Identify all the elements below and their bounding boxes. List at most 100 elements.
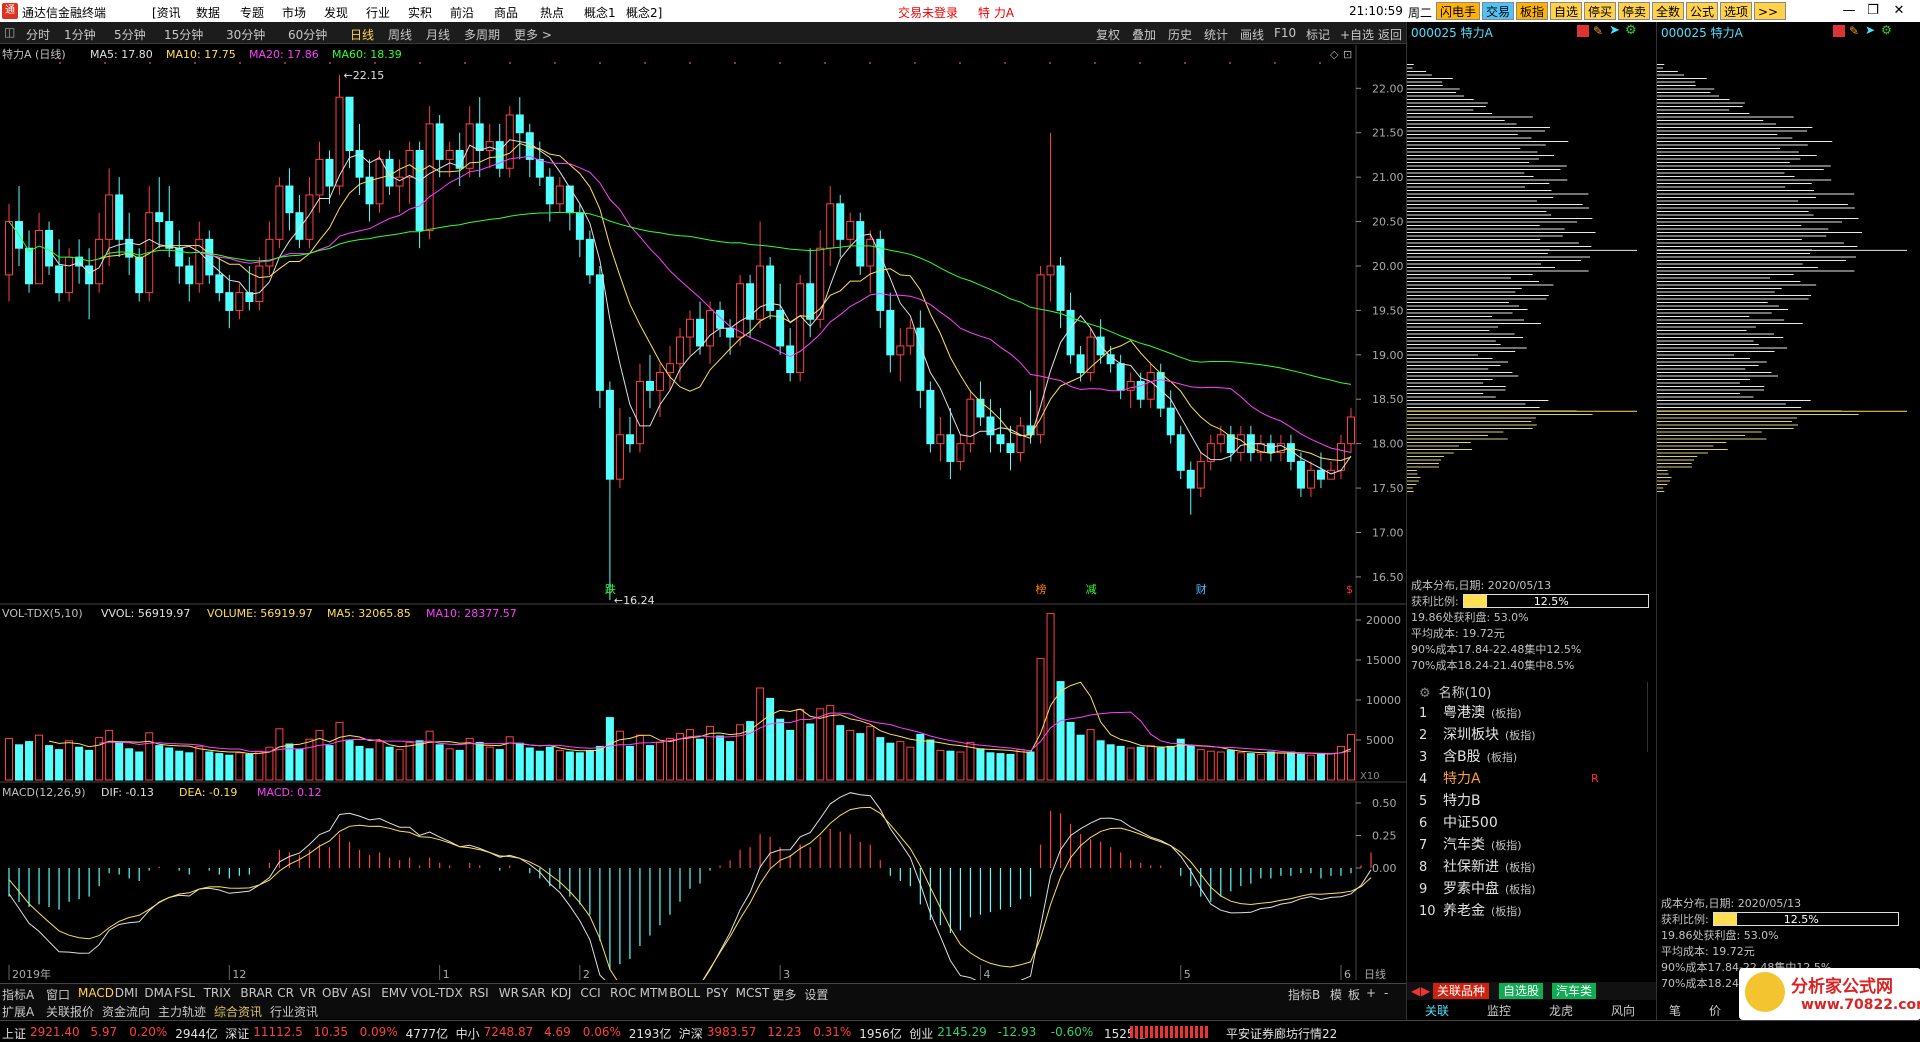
index-name[interactable]: 上证 bbox=[2, 1025, 26, 1042]
arrow-icon[interactable]: ➤ bbox=[1609, 23, 1620, 38]
settings-icon[interactable]: ⚙ bbox=[1625, 23, 1637, 38]
toolbar-button-4[interactable]: 停买 bbox=[1584, 2, 1616, 20]
menu-item-8[interactable]: 商品 bbox=[494, 4, 518, 21]
toolbar-button-7[interactable]: 公式 bbox=[1686, 2, 1718, 20]
foot-tab-1[interactable]: 价 bbox=[1709, 1002, 1721, 1019]
ext-tab-0[interactable]: 扩展A bbox=[2, 1003, 34, 1020]
menu-item-11[interactable]: 概念2] bbox=[626, 4, 662, 21]
chart-tool-3[interactable]: 统计 bbox=[1204, 26, 1228, 43]
menu-item-1[interactable]: 数据 bbox=[196, 4, 220, 21]
menu-item-3[interactable]: 市场 bbox=[282, 4, 306, 21]
indicator-tab-6[interactable]: TRIX bbox=[204, 986, 231, 1000]
indicator-tab-15[interactable]: WR bbox=[499, 986, 519, 1000]
list-item[interactable]: 1 粤港澳 (板指) bbox=[1407, 702, 1657, 724]
panel-tab-1[interactable]: 自选股 bbox=[1499, 983, 1544, 999]
period-tab-3[interactable]: 15分钟 bbox=[164, 26, 203, 43]
trade-status[interactable]: 交易未登录 bbox=[898, 4, 958, 21]
chart-tool-6[interactable]: 标记 bbox=[1306, 26, 1330, 43]
toolbar-button-2[interactable]: 板指 bbox=[1516, 2, 1548, 20]
menu-item-9[interactable]: 热点 bbox=[540, 4, 564, 21]
indicator-tab-17[interactable]: KDJ bbox=[551, 986, 572, 1000]
menu-item-5[interactable]: 行业 bbox=[366, 4, 390, 21]
indicator-tab-4[interactable]: DMA bbox=[144, 986, 172, 1000]
period-tab-0[interactable]: 分时 bbox=[26, 26, 50, 43]
arrow-icon[interactable]: ➤ bbox=[1865, 23, 1875, 37]
period-tab-6[interactable]: 日线 bbox=[350, 26, 374, 43]
lock-icon[interactable]: ✎ bbox=[1593, 24, 1603, 38]
foot-tab-3[interactable]: 风向 bbox=[1611, 1002, 1635, 1019]
indicator-tab-12[interactable]: EMV bbox=[381, 986, 407, 1000]
indicator-tab-16[interactable]: SAR bbox=[521, 986, 545, 1000]
ext-tab-1[interactable]: 关联报价 bbox=[46, 1003, 94, 1020]
chart-tool-7[interactable]: +自选 bbox=[1340, 26, 1374, 43]
toolbar-button-1[interactable]: 交易 bbox=[1482, 2, 1514, 20]
panel-tab-0[interactable]: 关联品种 bbox=[1433, 983, 1490, 999]
minimize-icon[interactable]: — bbox=[1838, 2, 1860, 20]
list-item[interactable]: 9 罗素中盘 (板指) bbox=[1407, 878, 1657, 900]
indicator-tab-13[interactable]: VOL-TDX bbox=[411, 986, 463, 1000]
indicator-tab-22[interactable]: PSY bbox=[706, 986, 728, 1000]
settings-icon[interactable]: ⚙ bbox=[1881, 23, 1892, 37]
index-name[interactable]: 沪深 bbox=[679, 1025, 703, 1042]
indicator-tab-14[interactable]: RSI bbox=[469, 986, 489, 1000]
foot-tab-0[interactable]: 关联 bbox=[1425, 1002, 1449, 1019]
ext-tab-4[interactable]: 综合资讯 bbox=[214, 1003, 262, 1020]
period-tab-10[interactable]: 更多 > bbox=[514, 26, 552, 43]
list-item[interactable]: 10 养老金 (板指) bbox=[1407, 900, 1657, 922]
index-name[interactable]: 深证 bbox=[225, 1025, 249, 1042]
foot-tab-2[interactable]: 龙虎 bbox=[1549, 1002, 1573, 1019]
index-name[interactable]: 创业 bbox=[909, 1025, 933, 1042]
period-tab-4[interactable]: 30分钟 bbox=[226, 26, 265, 43]
lock-icon[interactable]: ✎ bbox=[1849, 24, 1859, 38]
kline-chart[interactable]: 22.0021.5021.0020.5020.0019.5019.0018.50… bbox=[0, 45, 1406, 986]
menu-item-6[interactable]: 实积 bbox=[408, 4, 432, 21]
foot-tab-1[interactable]: 监控 bbox=[1487, 1002, 1511, 1019]
panel-toggle-icon[interactable]: ◫ bbox=[4, 25, 15, 39]
indicator-tab-19[interactable]: ROC bbox=[610, 986, 636, 1000]
indicator-tab-8[interactable]: CR bbox=[277, 986, 294, 1000]
tab-prev-icon[interactable]: ◀ bbox=[1411, 984, 1420, 998]
period-tab-1[interactable]: 1分钟 bbox=[64, 26, 96, 43]
indicator-tab-18[interactable]: CCI bbox=[580, 986, 600, 1000]
foot-tab-0[interactable]: 笔 bbox=[1669, 1002, 1681, 1019]
menu-item-2[interactable]: 专题 bbox=[240, 4, 264, 21]
chart-tool-2[interactable]: 历史 bbox=[1168, 26, 1192, 43]
indicator-tab-23[interactable]: MCST bbox=[736, 986, 770, 1000]
period-tab-8[interactable]: 月线 bbox=[426, 26, 450, 43]
indicator-tab-20[interactable]: MTM bbox=[640, 986, 668, 1000]
flag-icon[interactable] bbox=[1833, 25, 1845, 37]
list-item[interactable]: 6 中证500 bbox=[1407, 812, 1657, 834]
ext-tab-3[interactable]: 主力轨迹 bbox=[158, 1003, 206, 1020]
indicator-tab-7[interactable]: BRAR bbox=[240, 986, 273, 1000]
chart-tool-4[interactable]: 画线 bbox=[1240, 26, 1264, 43]
menu-item-4[interactable]: 发现 bbox=[324, 4, 348, 21]
indicator-tab-11[interactable]: ASI bbox=[352, 986, 371, 1000]
chart-tool-0[interactable]: 复权 bbox=[1096, 26, 1120, 43]
toolbar-button-5[interactable]: 停卖 bbox=[1618, 2, 1650, 20]
menu-item-10[interactable]: 概念1 bbox=[584, 4, 616, 21]
tab-next-icon[interactable]: ▶ bbox=[1421, 984, 1430, 998]
chart-tool-5[interactable]: F10 bbox=[1274, 26, 1296, 40]
ext-tab-5[interactable]: 行业资讯 bbox=[270, 1003, 318, 1020]
list-item[interactable]: 3 含B股 (板指) bbox=[1407, 746, 1657, 768]
period-tab-7[interactable]: 周线 bbox=[388, 26, 412, 43]
restore-icon[interactable]: ❐ bbox=[1862, 2, 1884, 20]
toolbar-button-8[interactable]: 选项 bbox=[1720, 2, 1752, 20]
toolbar-button-9[interactable]: >> bbox=[1754, 2, 1786, 20]
period-tab-5[interactable]: 60分钟 bbox=[288, 26, 327, 43]
toolbar-button-3[interactable]: 自选 bbox=[1550, 2, 1582, 20]
list-settings-icon[interactable]: ⚙ bbox=[1419, 686, 1431, 701]
toolbar-button-0[interactable]: 闪电手 bbox=[1436, 2, 1480, 20]
period-tab-9[interactable]: 多周期 bbox=[464, 26, 500, 43]
chart-tool-1[interactable]: 叠加 bbox=[1132, 26, 1156, 43]
ext-tab-2[interactable]: 资金流向 bbox=[102, 1003, 150, 1020]
flag-icon[interactable] bbox=[1577, 25, 1589, 37]
indicator-tab-9[interactable]: VR bbox=[300, 986, 317, 1000]
list-item[interactable]: 5 特力B bbox=[1407, 790, 1657, 812]
close-icon[interactable]: ✕ bbox=[1888, 2, 1910, 20]
chart-area[interactable]: 22.00 21.50 21.00 20.50 20.00 19.50 19.00 18.50… bbox=[0, 45, 1406, 986]
list-item[interactable]: 7 汽车类 (板指) bbox=[1407, 834, 1657, 856]
indicator-tab-10[interactable]: OBV bbox=[322, 986, 348, 1000]
indicator-tab-21[interactable]: BOLL bbox=[669, 986, 700, 1000]
panel-tab-2[interactable]: 汽车类 bbox=[1552, 983, 1597, 999]
